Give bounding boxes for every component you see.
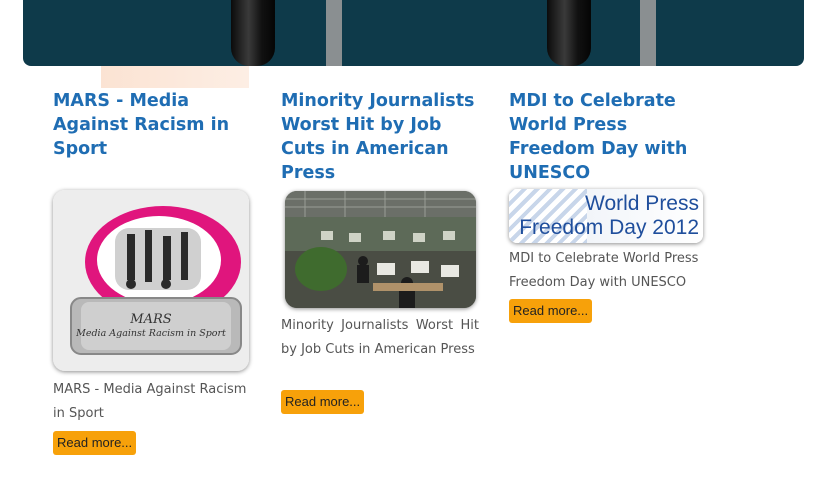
image-caption-mars: MARS	[130, 312, 172, 327]
article-description: MARS - Media Against Racism in Sport	[53, 382, 247, 421]
read-more-button[interactable]: Read more...	[509, 299, 593, 323]
article-image-newsroom[interactable]	[285, 191, 476, 308]
banner-divider	[326, 0, 342, 66]
image-subcaption-mars: Media Against Racism in Sport	[76, 328, 226, 339]
article-image-world-press-freedom[interactable]: World Press Freedom Day 2012	[509, 189, 703, 243]
read-more-button[interactable]: Read more...	[281, 390, 365, 414]
article-minority-journalists: Minority Journalists Worst Hit by Job Cu…	[281, 89, 479, 185]
banner-divider	[640, 0, 656, 66]
microphone-graphic	[231, 0, 275, 66]
article-image-mars[interactable]: MARS Media Against Racism in Sport	[53, 190, 249, 371]
read-more-button[interactable]: Read more...	[53, 431, 137, 455]
decorative-strip	[101, 66, 249, 88]
article-world-press-freedom: MDI to Celebrate World Press Freedom Day…	[509, 89, 707, 185]
article-description: MDI to Celebrate World Press Freedom Day…	[509, 251, 699, 290]
image-text-line2: Freedom Day 2012	[519, 216, 699, 239]
article-title[interactable]: MARS - Media Against Racism in Sport	[53, 89, 251, 161]
image-text-line1: World Press	[585, 192, 699, 215]
article-description: Minority Journalists Worst Hit by Job Cu…	[281, 318, 479, 357]
header-banner-image	[23, 0, 804, 66]
article-mars: MARS - Media Against Racism in Sport	[53, 89, 251, 161]
article-title[interactable]: MDI to Celebrate World Press Freedom Day…	[509, 89, 707, 185]
microphone-graphic	[547, 0, 591, 66]
article-title[interactable]: Minority Journalists Worst Hit by Job Cu…	[281, 89, 479, 185]
